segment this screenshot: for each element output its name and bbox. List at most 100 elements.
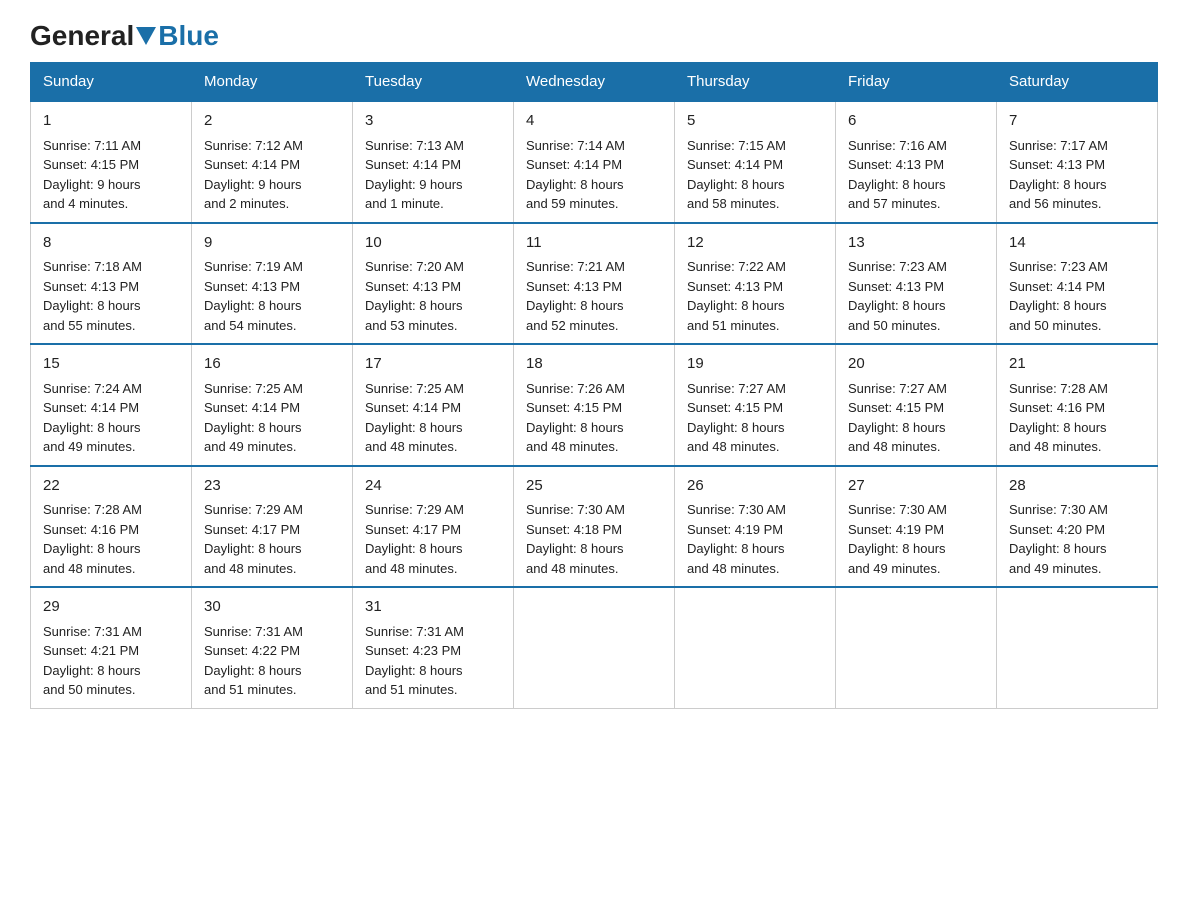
calendar-cell: 22 Sunrise: 7:28 AM Sunset: 4:16 PM Dayl… (31, 466, 192, 588)
daylight-info: Daylight: 8 hours (526, 298, 624, 313)
day-number: 18 (526, 353, 662, 376)
calendar-cell: 12 Sunrise: 7:22 AM Sunset: 4:13 PM Dayl… (675, 223, 836, 345)
day-number: 30 (204, 596, 340, 619)
sunset-info: Sunset: 4:15 PM (43, 157, 139, 172)
calendar-cell: 28 Sunrise: 7:30 AM Sunset: 4:20 PM Dayl… (997, 466, 1158, 588)
calendar-cell: 14 Sunrise: 7:23 AM Sunset: 4:14 PM Dayl… (997, 223, 1158, 345)
header: General Blue (30, 20, 1158, 52)
daylight-info: Daylight: 8 hours (848, 177, 946, 192)
sunrise-info: Sunrise: 7:27 AM (848, 381, 947, 396)
calendar-cell: 25 Sunrise: 7:30 AM Sunset: 4:18 PM Dayl… (514, 466, 675, 588)
daylight-info: Daylight: 9 hours (365, 177, 463, 192)
daylight-info: Daylight: 8 hours (848, 298, 946, 313)
calendar-cell (836, 587, 997, 708)
sunrise-info: Sunrise: 7:24 AM (43, 381, 142, 396)
sunset-info: Sunset: 4:16 PM (1009, 400, 1105, 415)
daylight-info: Daylight: 8 hours (526, 177, 624, 192)
daylight-info: Daylight: 8 hours (365, 663, 463, 678)
sunrise-info: Sunrise: 7:29 AM (365, 502, 464, 517)
calendar-week-row: 29 Sunrise: 7:31 AM Sunset: 4:21 PM Dayl… (31, 587, 1158, 708)
sunset-info: Sunset: 4:17 PM (204, 522, 300, 537)
daylight-info: Daylight: 8 hours (687, 298, 785, 313)
day-number: 11 (526, 232, 662, 255)
daylight-info2: and 51 minutes. (365, 682, 458, 697)
daylight-info: Daylight: 8 hours (848, 541, 946, 556)
sunset-info: Sunset: 4:13 PM (365, 279, 461, 294)
day-number: 21 (1009, 353, 1145, 376)
daylight-info: Daylight: 8 hours (1009, 298, 1107, 313)
calendar-cell: 11 Sunrise: 7:21 AM Sunset: 4:13 PM Dayl… (514, 223, 675, 345)
daylight-info: Daylight: 9 hours (43, 177, 141, 192)
calendar-cell: 10 Sunrise: 7:20 AM Sunset: 4:13 PM Dayl… (353, 223, 514, 345)
sunrise-info: Sunrise: 7:22 AM (687, 259, 786, 274)
calendar-cell: 24 Sunrise: 7:29 AM Sunset: 4:17 PM Dayl… (353, 466, 514, 588)
logo-area: General Blue (30, 20, 219, 52)
sunset-info: Sunset: 4:15 PM (848, 400, 944, 415)
daylight-info2: and 50 minutes. (1009, 318, 1102, 333)
day-number: 26 (687, 475, 823, 498)
calendar-cell: 21 Sunrise: 7:28 AM Sunset: 4:16 PM Dayl… (997, 344, 1158, 466)
daylight-info: Daylight: 8 hours (43, 663, 141, 678)
daylight-info2: and 53 minutes. (365, 318, 458, 333)
day-number: 22 (43, 475, 179, 498)
daylight-info: Daylight: 8 hours (204, 298, 302, 313)
calendar-cell: 27 Sunrise: 7:30 AM Sunset: 4:19 PM Dayl… (836, 466, 997, 588)
sunset-info: Sunset: 4:13 PM (848, 279, 944, 294)
daylight-info2: and 51 minutes. (687, 318, 780, 333)
calendar-cell: 3 Sunrise: 7:13 AM Sunset: 4:14 PM Dayli… (353, 101, 514, 223)
daylight-info2: and 49 minutes. (43, 439, 136, 454)
day-number: 23 (204, 475, 340, 498)
daylight-info: Daylight: 8 hours (1009, 541, 1107, 556)
sunrise-info: Sunrise: 7:27 AM (687, 381, 786, 396)
calendar-cell: 19 Sunrise: 7:27 AM Sunset: 4:15 PM Dayl… (675, 344, 836, 466)
day-number: 2 (204, 110, 340, 133)
sunset-info: Sunset: 4:13 PM (687, 279, 783, 294)
sunset-info: Sunset: 4:14 PM (687, 157, 783, 172)
daylight-info: Daylight: 8 hours (365, 541, 463, 556)
sunrise-info: Sunrise: 7:31 AM (43, 624, 142, 639)
col-header-sunday: Sunday (31, 63, 192, 102)
daylight-info: Daylight: 8 hours (204, 663, 302, 678)
day-number: 24 (365, 475, 501, 498)
daylight-info: Daylight: 8 hours (43, 298, 141, 313)
daylight-info2: and 55 minutes. (43, 318, 136, 333)
calendar-cell: 18 Sunrise: 7:26 AM Sunset: 4:15 PM Dayl… (514, 344, 675, 466)
daylight-info2: and 48 minutes. (43, 561, 136, 576)
calendar-cell: 30 Sunrise: 7:31 AM Sunset: 4:22 PM Dayl… (192, 587, 353, 708)
daylight-info2: and 48 minutes. (848, 439, 941, 454)
sunrise-info: Sunrise: 7:26 AM (526, 381, 625, 396)
daylight-info: Daylight: 8 hours (848, 420, 946, 435)
calendar-cell: 16 Sunrise: 7:25 AM Sunset: 4:14 PM Dayl… (192, 344, 353, 466)
daylight-info: Daylight: 8 hours (43, 541, 141, 556)
daylight-info2: and 56 minutes. (1009, 196, 1102, 211)
daylight-info2: and 49 minutes. (1009, 561, 1102, 576)
sunset-info: Sunset: 4:22 PM (204, 643, 300, 658)
daylight-info2: and 48 minutes. (365, 561, 458, 576)
calendar-cell: 20 Sunrise: 7:27 AM Sunset: 4:15 PM Dayl… (836, 344, 997, 466)
calendar-cell (997, 587, 1158, 708)
sunset-info: Sunset: 4:17 PM (365, 522, 461, 537)
sunset-info: Sunset: 4:14 PM (1009, 279, 1105, 294)
sunrise-info: Sunrise: 7:28 AM (1009, 381, 1108, 396)
daylight-info2: and 4 minutes. (43, 196, 128, 211)
day-number: 29 (43, 596, 179, 619)
day-number: 6 (848, 110, 984, 133)
day-number: 1 (43, 110, 179, 133)
col-header-monday: Monday (192, 63, 353, 102)
sunrise-info: Sunrise: 7:30 AM (687, 502, 786, 517)
calendar-cell: 13 Sunrise: 7:23 AM Sunset: 4:13 PM Dayl… (836, 223, 997, 345)
daylight-info: Daylight: 8 hours (687, 177, 785, 192)
sunset-info: Sunset: 4:16 PM (43, 522, 139, 537)
col-header-thursday: Thursday (675, 63, 836, 102)
day-number: 15 (43, 353, 179, 376)
daylight-info2: and 49 minutes. (204, 439, 297, 454)
daylight-info2: and 48 minutes. (526, 561, 619, 576)
sunrise-info: Sunrise: 7:19 AM (204, 259, 303, 274)
sunset-info: Sunset: 4:14 PM (526, 157, 622, 172)
sunset-info: Sunset: 4:13 PM (848, 157, 944, 172)
sunset-info: Sunset: 4:14 PM (365, 157, 461, 172)
daylight-info: Daylight: 8 hours (1009, 420, 1107, 435)
sunset-info: Sunset: 4:13 PM (43, 279, 139, 294)
daylight-info: Daylight: 8 hours (687, 420, 785, 435)
calendar-week-row: 15 Sunrise: 7:24 AM Sunset: 4:14 PM Dayl… (31, 344, 1158, 466)
